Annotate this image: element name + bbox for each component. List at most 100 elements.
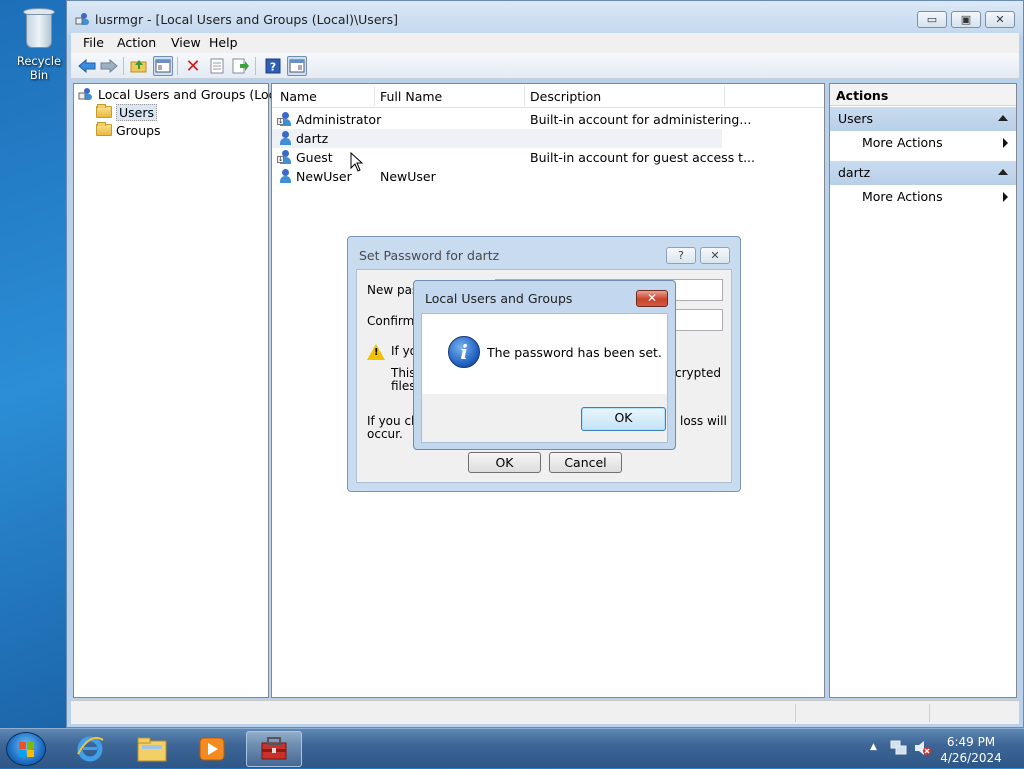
menu-view[interactable]: View <box>165 35 207 50</box>
volume-muted-icon[interactable] <box>914 740 932 759</box>
user-name: Guest <box>296 150 333 165</box>
user-description: Built-in account for administering... <box>530 112 752 127</box>
show-hide-action-pane-icon[interactable] <box>287 56 307 76</box>
column-header-full-name[interactable]: Full Name <box>380 89 442 104</box>
consequence-text-right: loss will <box>680 414 727 428</box>
media-player-icon[interactable] <box>184 731 240 767</box>
status-bar <box>71 700 1019 724</box>
menu-bar: File Action View Help <box>71 33 1019 53</box>
user-icon <box>278 169 292 186</box>
folder-icon <box>96 104 112 118</box>
users-app-icon <box>75 11 91 27</box>
information-icon: i <box>448 336 480 368</box>
user-name: Administrator <box>296 112 382 127</box>
show-hide-tree-icon[interactable] <box>153 56 173 76</box>
clock-date: 4/26/2024 <box>940 751 1002 765</box>
user-description: Built-in account for guest access t... <box>530 150 756 165</box>
export-list-icon[interactable] <box>231 56 251 76</box>
actions-section-users[interactable]: Users <box>830 107 1016 131</box>
tree-item-groups[interactable]: Groups <box>96 121 161 139</box>
local-users-groups-icon <box>78 86 94 102</box>
tree-item-users[interactable]: Users <box>96 103 158 121</box>
svg-text:?: ? <box>270 61 276 74</box>
ok-button[interactable]: OK <box>468 452 541 473</box>
menu-file[interactable]: File <box>77 35 110 50</box>
actions-section-label: dartz <box>838 165 871 180</box>
more-actions-dartz[interactable]: More Actions <box>830 185 1016 209</box>
dialog-title: Set Password for dartz <box>359 248 500 263</box>
warning-text-2: This <box>391 366 416 380</box>
title-bar[interactable]: lusrmgr - [Local Users and Groups (Local… <box>67 1 1023 35</box>
user-name: NewUser <box>296 169 352 184</box>
start-button[interactable] <box>6 732 46 766</box>
cancel-button[interactable]: Cancel <box>549 452 622 473</box>
more-actions-label: More Actions <box>862 189 943 204</box>
table-row[interactable]: ↓ Administrator Built-in account for adm… <box>272 110 751 129</box>
consequence-text-2: occur. <box>367 427 403 441</box>
maximize-button[interactable]: ▣ <box>951 11 981 28</box>
message-ok-button[interactable]: OK <box>581 407 666 431</box>
up-folder-icon[interactable] <box>129 56 149 76</box>
windows-explorer-icon[interactable] <box>124 731 180 767</box>
help-icon[interactable]: ? <box>263 56 283 76</box>
message-box-title: Local Users and Groups <box>425 291 573 306</box>
user-icon: ↓ <box>277 150 292 167</box>
table-row[interactable]: ↓ Guest Built-in account for guest acces… <box>272 148 755 167</box>
submenu-arrow-icon <box>1003 192 1008 202</box>
windows-logo-icon <box>19 742 35 758</box>
warning-text-2-right: crypted <box>675 366 721 380</box>
dialog-close-button[interactable]: ✕ <box>700 247 730 264</box>
list-header: Name Full Name Description <box>272 84 824 108</box>
actions-section-label: Users <box>838 111 874 126</box>
network-icon[interactable] <box>890 740 908 759</box>
console-tree: Local Users and Groups (Local) Users Gro… <box>73 83 292 698</box>
forward-arrow-icon[interactable] <box>99 56 119 76</box>
actions-section-dartz[interactable]: dartz <box>830 161 1016 185</box>
column-header-name[interactable]: Name <box>280 89 317 104</box>
recycle-bin-icon <box>21 6 57 50</box>
minimize-button[interactable]: ▭ <box>917 11 947 28</box>
table-row[interactable]: dartz <box>272 129 722 148</box>
tree-root[interactable]: Local Users and Groups (Local) <box>78 85 292 103</box>
menu-help[interactable]: Help <box>203 35 244 50</box>
collapse-icon[interactable] <box>998 115 1008 121</box>
more-actions-label: More Actions <box>862 135 943 150</box>
user-icon: ↓ <box>277 112 292 129</box>
internet-explorer-icon[interactable] <box>62 731 118 767</box>
window-title: lusrmgr - [Local Users and Groups (Local… <box>95 12 399 27</box>
more-actions-users[interactable]: More Actions <box>830 131 1016 155</box>
recycle-bin-label: Recycle Bin <box>16 54 62 82</box>
taskbar: ▲ 6:49 PM 4/26/2024 <box>0 728 1024 768</box>
table-row[interactable]: NewUser NewUser <box>272 167 722 186</box>
back-arrow-icon[interactable] <box>77 56 97 76</box>
submenu-arrow-icon <box>1003 138 1008 148</box>
recycle-bin[interactable]: Recycle Bin <box>6 6 72 82</box>
clock-time: 6:49 PM <box>946 735 996 749</box>
message-box-close-button[interactable]: ✕ <box>636 290 668 307</box>
properties-icon[interactable] <box>207 56 227 76</box>
dialog-help-button[interactable]: ? <box>666 247 696 264</box>
actions-title: Actions <box>830 84 1016 106</box>
user-icon <box>278 131 292 148</box>
clock[interactable]: 6:49 PM 4/26/2024 <box>934 734 1008 766</box>
column-header-description[interactable]: Description <box>530 89 601 104</box>
actions-pane: Actions Users More Actions dartz More Ac… <box>829 83 1017 698</box>
message-area: i The password has been set. <box>422 314 667 394</box>
user-full-name: NewUser <box>380 169 436 184</box>
user-name: dartz <box>296 131 329 146</box>
message-box-body: i The password has been set. OK <box>421 313 668 443</box>
delete-icon[interactable]: ✕ <box>183 56 203 77</box>
toolbar: ✕ ? <box>71 53 1019 79</box>
message-box: Local Users and Groups ✕ i The password … <box>413 280 676 450</box>
close-button[interactable]: ✕ <box>985 11 1015 28</box>
show-hidden-icons-icon[interactable]: ▲ <box>870 742 877 752</box>
collapse-icon[interactable] <box>998 169 1008 175</box>
menu-action[interactable]: Action <box>111 35 162 50</box>
tree-item-users-label: Users <box>116 103 158 121</box>
system-tray: ▲ 6:49 PM 4/26/2024 <box>860 729 1024 769</box>
computer-management-icon[interactable] <box>246 731 302 767</box>
folder-icon <box>96 122 112 136</box>
tree-root-label: Local Users and Groups (Local) <box>98 86 292 102</box>
message-text: The password has been set. <box>487 345 662 360</box>
warning-icon <box>367 344 385 360</box>
